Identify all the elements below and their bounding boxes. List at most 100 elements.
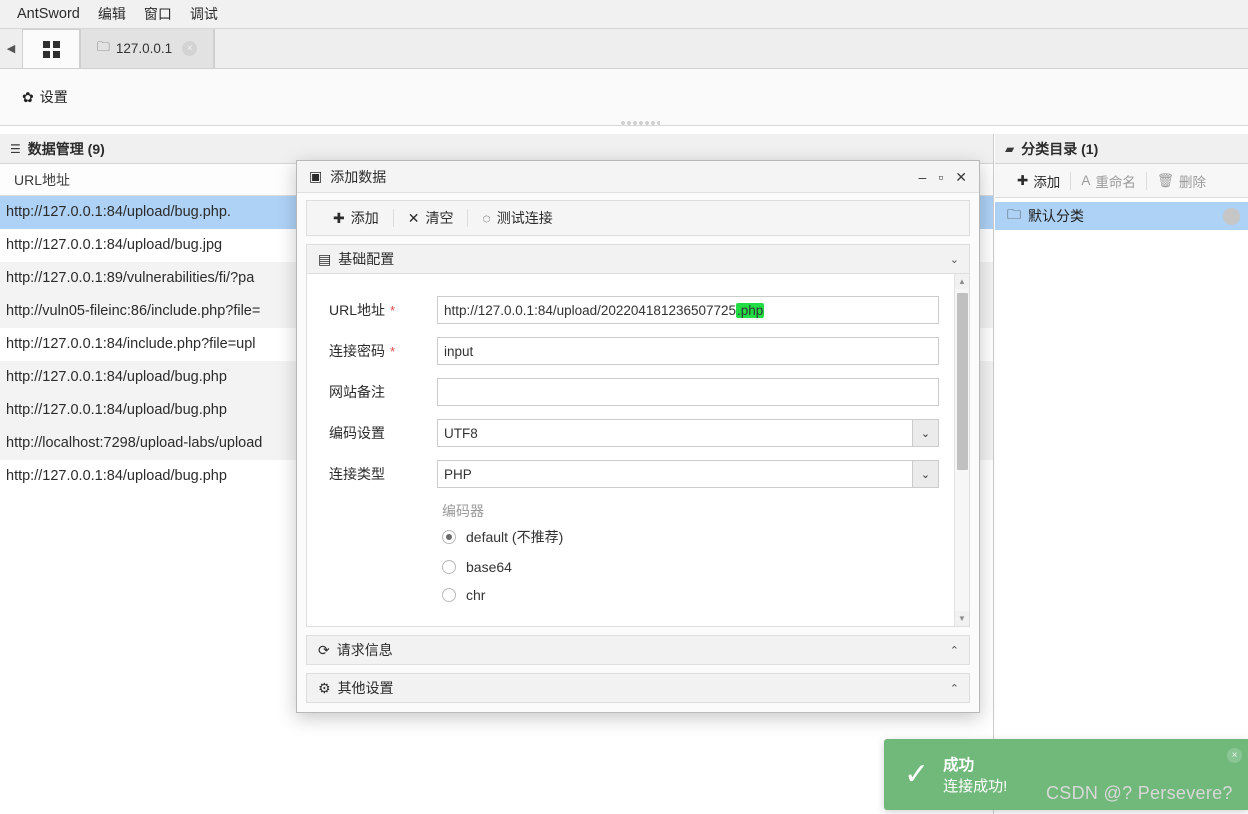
password-input[interactable]: input bbox=[437, 337, 939, 365]
scrollbar-thumb[interactable] bbox=[956, 293, 968, 471]
add-category-label: 添加 bbox=[1033, 174, 1061, 190]
encoder-option-default-label: default (不推荐) bbox=[466, 529, 564, 545]
panel-title: 数据管理 (9) bbox=[27, 140, 105, 157]
maximize-icon[interactable]: ▫ bbox=[938, 170, 943, 184]
category-panel-header: ▰ 分类目录 (1) bbox=[995, 134, 1248, 164]
section-request-info-label: 请求信息 bbox=[336, 642, 393, 658]
tab-bar: ◀ 🗀 127.0.0.1 × bbox=[0, 29, 1248, 69]
refresh-icon: ⟳ bbox=[318, 641, 330, 658]
menu-item-debug[interactable]: 调试 bbox=[181, 1, 227, 27]
window-icon: ▣ bbox=[309, 168, 323, 184]
field-remark-label-wrap: 网站备注 bbox=[329, 382, 437, 402]
count-badge bbox=[1223, 207, 1240, 225]
panel-title: 分类目录 (1) bbox=[1021, 140, 1099, 157]
url-input-value: http://127.0.0.1:84/upload/2022041812365… bbox=[444, 302, 737, 318]
close-icon[interactable]: × bbox=[182, 41, 198, 56]
category-panel: ▰ 分类目录 (1) ✚ 添加 A 重命名 🗑 删除 🗀 默认分类 bbox=[995, 134, 1248, 814]
scroll-down-icon[interactable]: ▼ bbox=[954, 611, 969, 626]
test-connection-button[interactable]: ◌ 测试连接 bbox=[468, 208, 566, 228]
minimize-icon[interactable]: – bbox=[919, 170, 927, 184]
delete-category-button[interactable]: 🗑 删除 bbox=[1147, 171, 1216, 191]
remark-input[interactable] bbox=[437, 378, 939, 406]
menu-bar: AntSword 编辑 窗口 调试 bbox=[0, 0, 1248, 29]
settings-toolbar: ✿ 设置 bbox=[0, 69, 1248, 126]
rename-category-button[interactable]: A 重命名 bbox=[1071, 171, 1146, 191]
url-input[interactable]: http://127.0.0.1:84/upload/2022041812365… bbox=[437, 296, 939, 324]
field-conn-type-label: 连接类型 bbox=[329, 466, 385, 482]
encoder-option-chr-label: chr bbox=[466, 587, 486, 603]
radio-icon[interactable] bbox=[442, 530, 456, 544]
field-url-label: URL地址 bbox=[329, 302, 386, 318]
splitter-grip-handle[interactable] bbox=[620, 120, 660, 126]
dialog-title: 添加数据 bbox=[330, 168, 387, 185]
toast-message: 连接成功! bbox=[943, 778, 1008, 795]
chevron-down-icon[interactable]: ⌄ bbox=[950, 253, 959, 266]
menu-item-window[interactable]: 窗口 bbox=[135, 1, 181, 27]
chevron-up-icon[interactable]: ⌃ bbox=[950, 644, 959, 657]
tab-label: 127.0.0.1 bbox=[115, 41, 173, 56]
tab-bar-empty-space bbox=[214, 29, 1248, 68]
menu-item-antsword[interactable]: AntSword bbox=[8, 3, 89, 25]
text-icon: A bbox=[1081, 173, 1091, 188]
scroll-up-icon[interactable]: ▲ bbox=[954, 274, 969, 289]
menu-item-edit[interactable]: 编辑 bbox=[89, 1, 135, 27]
dialog-title-bar[interactable]: ▣ 添加数据 – ▫ ✕ bbox=[297, 161, 979, 193]
clear-button-label: 清空 bbox=[425, 210, 454, 226]
section-request-info-header[interactable]: ⟳ 请求信息 ⌃ bbox=[306, 635, 970, 665]
chevron-down-icon[interactable]: ⌄ bbox=[912, 461, 938, 487]
category-toolbar: ✚ 添加 A 重命名 🗑 删除 bbox=[995, 164, 1248, 198]
clear-button[interactable]: ✕ 清空 bbox=[394, 208, 468, 228]
app-window: AntSword 编辑 窗口 调试 ◀ 🗀 127.0.0.1 × ✿ 设置 ☰… bbox=[0, 0, 1248, 814]
add-button[interactable]: ✚ 添加 bbox=[319, 208, 393, 228]
dialog-scrollbar[interactable]: ▲ ▼ bbox=[954, 274, 969, 626]
plus-circle-icon: ✚ bbox=[333, 209, 345, 226]
field-password-row: 连接密码 * input bbox=[329, 337, 939, 365]
check-icon: ✓ bbox=[904, 757, 930, 791]
folder-icon: 🗀 bbox=[96, 38, 110, 54]
settings-button[interactable]: ✿ 设置 bbox=[16, 83, 74, 111]
radio-icon[interactable] bbox=[442, 560, 456, 574]
field-url-row: URL地址 * http://127.0.0.1:84/upload/20220… bbox=[329, 296, 939, 324]
gear-icon: ✿ bbox=[22, 88, 34, 105]
field-remark-label: 网站备注 bbox=[329, 384, 385, 400]
encoder-option-default[interactable]: default (不推荐) bbox=[442, 527, 939, 547]
field-encoding-label: 编码设置 bbox=[329, 425, 385, 441]
section-basic-config-label: 基础配置 bbox=[338, 251, 395, 267]
encoder-option-chr[interactable]: chr bbox=[442, 587, 939, 603]
close-icon[interactable]: × bbox=[1227, 748, 1242, 763]
encoding-select[interactable]: UTF8 ⌄ bbox=[437, 419, 939, 447]
conn-type-select[interactable]: PHP ⌄ bbox=[437, 460, 939, 488]
field-password-label-wrap: 连接密码 * bbox=[329, 341, 437, 361]
cross-icon: ✕ bbox=[407, 209, 420, 226]
tab-dashboard[interactable] bbox=[22, 29, 80, 68]
add-button-label: 添加 bbox=[350, 210, 379, 226]
field-remark-row: 网站备注 bbox=[329, 378, 939, 406]
add-category-button[interactable]: ✚ 添加 bbox=[1007, 171, 1070, 191]
scrollbar-track[interactable] bbox=[955, 289, 970, 611]
test-connection-label: 测试连接 bbox=[496, 210, 553, 226]
field-conn-type-label-wrap: 连接类型 bbox=[329, 464, 437, 484]
chevron-up-icon[interactable]: ⌃ bbox=[950, 682, 959, 695]
tab-scroll-left-icon[interactable]: ◀ bbox=[0, 29, 22, 68]
add-data-dialog: ▣ 添加数据 – ▫ ✕ ✚ 添加 ✕ 清空 ◌ 测试连接 ▤ 基础配置 ⌄ U… bbox=[296, 160, 980, 713]
settings-label: 设置 bbox=[39, 89, 68, 105]
encoder-option-base64[interactable]: base64 bbox=[442, 559, 939, 575]
category-list: 🗀 默认分类 bbox=[995, 198, 1248, 230]
chevron-down-icon[interactable]: ⌄ bbox=[912, 420, 938, 446]
close-icon[interactable]: ✕ bbox=[955, 170, 967, 184]
watermark-text: CSDN @? Persevere? bbox=[1046, 783, 1233, 803]
encoding-select-value: UTF8 bbox=[444, 425, 478, 441]
tab-127-0-0-1[interactable]: 🗀 127.0.0.1 × bbox=[80, 29, 214, 68]
gear-icon: ⚙ bbox=[318, 679, 331, 696]
section-other-settings-header[interactable]: ⚙ 其他设置 ⌃ bbox=[306, 673, 970, 703]
encoder-group-label: 编码器 bbox=[442, 503, 484, 519]
folder-icon: 🗀 bbox=[1007, 206, 1021, 222]
field-encoding-label-wrap: 编码设置 bbox=[329, 423, 437, 443]
section-basic-config-header[interactable]: ▤ 基础配置 ⌄ bbox=[306, 244, 970, 274]
basic-config-form: URL地址 * http://127.0.0.1:84/upload/20220… bbox=[306, 274, 970, 627]
encoder-option-base64-label: base64 bbox=[466, 559, 512, 575]
list-icon: ☰ bbox=[10, 141, 21, 156]
radio-icon[interactable] bbox=[442, 588, 456, 602]
field-password-label: 连接密码 bbox=[329, 343, 385, 359]
list-item[interactable]: 🗀 默认分类 bbox=[995, 202, 1248, 230]
